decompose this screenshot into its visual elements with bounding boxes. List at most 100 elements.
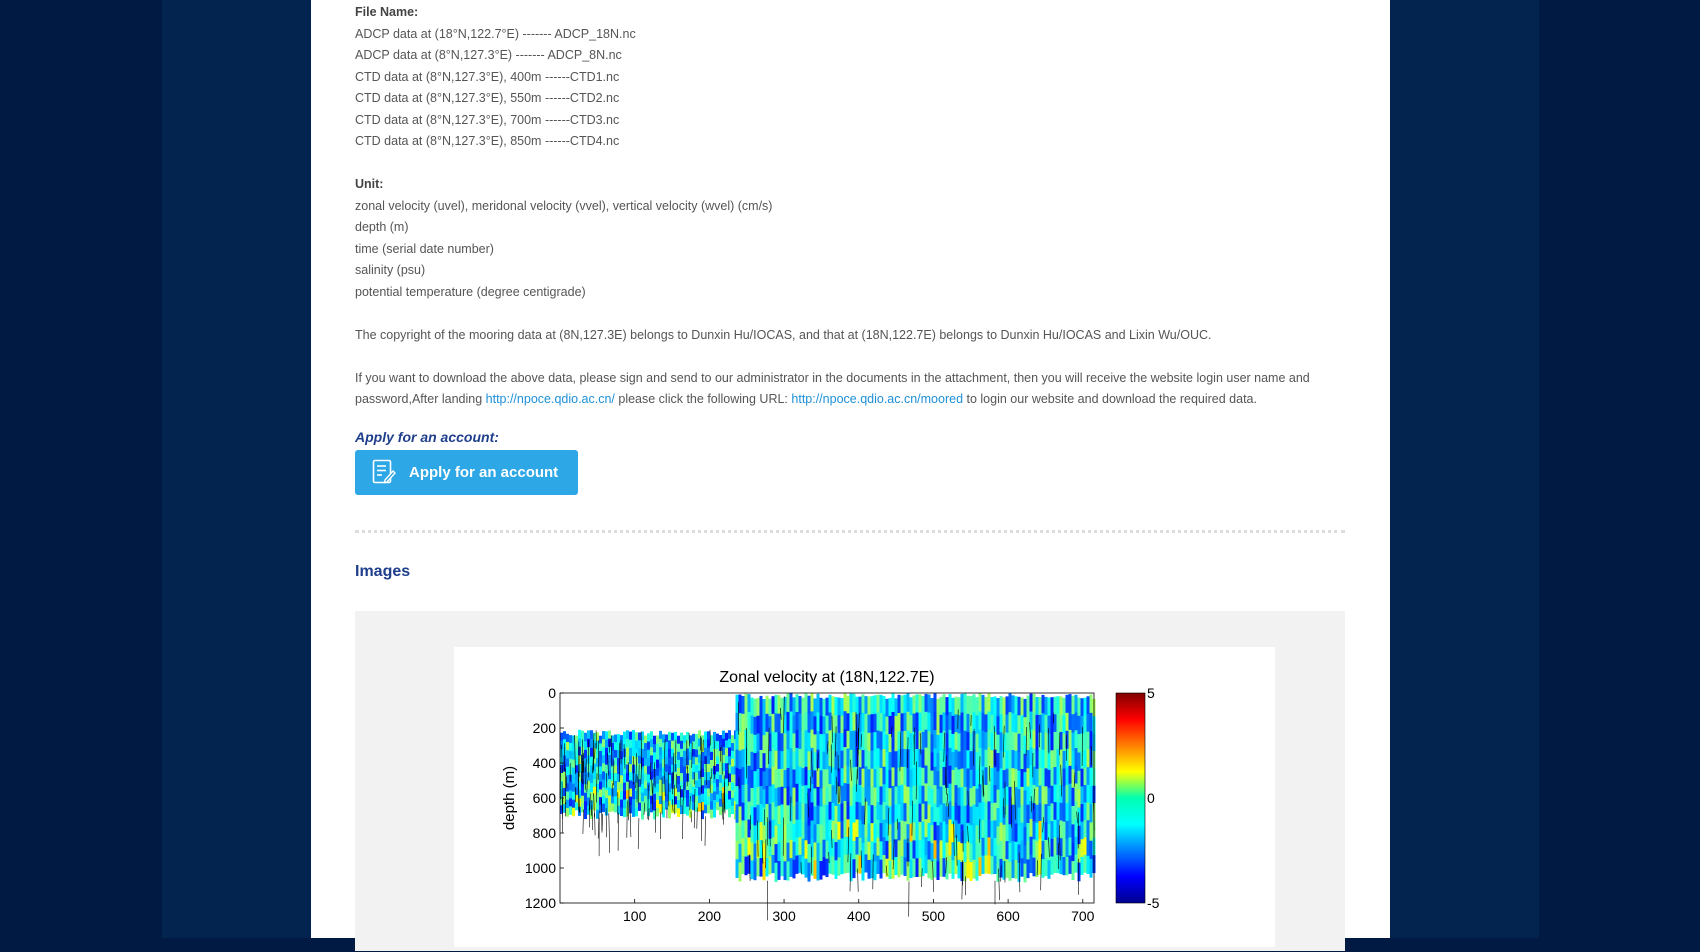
heat-cell: [1054, 837, 1057, 855]
heat-cell: [991, 768, 994, 786]
heat-cell: [856, 697, 859, 715]
heat-cell: [817, 731, 820, 750]
heat-cell: [973, 841, 976, 860]
heat-cell: [757, 858, 760, 876]
heat-cell: [814, 716, 817, 735]
heat-cell: [862, 862, 865, 881]
heat-cell: [745, 766, 748, 785]
heat-cell: [1024, 699, 1027, 718]
heat-cell: [922, 750, 925, 768]
npoce-moored-link[interactable]: http://npoce.qdio.ac.cn/moored: [791, 392, 963, 406]
heat-cell: [713, 792, 716, 801]
heat-cell: [748, 837, 751, 855]
heat-cell: [1081, 857, 1084, 875]
heat-cell: [886, 841, 889, 859]
heat-cell: [707, 797, 710, 806]
heat-cell: [742, 820, 745, 838]
heat-cell: [677, 784, 680, 793]
heat-cell: [1009, 806, 1012, 825]
heat-cell: [1039, 715, 1042, 733]
heat-cell: [1009, 750, 1012, 769]
heat-cell: [704, 764, 707, 773]
heat-cell: [919, 694, 922, 713]
heat-cell: [680, 733, 683, 742]
heat-cell: [958, 788, 961, 807]
heat-cell: [569, 767, 572, 775]
heat-cell: [1030, 765, 1033, 783]
heat-cell: [1036, 733, 1039, 752]
heat-cell: [728, 800, 731, 809]
heat-cell: [775, 788, 778, 807]
heat-cell: [913, 786, 916, 805]
heat-cell: [653, 752, 656, 761]
heat-cell: [731, 767, 734, 775]
heat-cell: [713, 783, 716, 792]
heat-cell: [799, 714, 802, 732]
heat-cell: [683, 735, 686, 743]
heat-cell: [1012, 695, 1015, 714]
heat-cell: [1063, 716, 1066, 734]
heat-cell: [590, 748, 593, 757]
y-axis-label: depth (m): [501, 766, 518, 830]
heat-cell: [853, 694, 856, 713]
heat-cell: [614, 766, 617, 774]
heat-cell: [1006, 696, 1009, 715]
heat-cell: [716, 772, 719, 780]
heat-cell: [904, 695, 907, 714]
heat-cell: [997, 753, 1000, 772]
heat-cell: [1069, 748, 1072, 766]
apply-account-button[interactable]: Apply for an account: [355, 450, 578, 495]
heat-cell: [979, 693, 982, 712]
heat-cell: [1027, 841, 1030, 860]
heat-cell: [877, 856, 880, 874]
heat-cell: [934, 804, 937, 823]
heat-cell: [683, 774, 686, 782]
heat-cell: [766, 732, 769, 751]
heat-cell: [964, 712, 967, 731]
heat-cell: [886, 717, 889, 735]
heat-cell: [763, 771, 766, 790]
heat-cell: [1027, 805, 1030, 824]
heat-cell: [754, 771, 757, 790]
heat-cell: [997, 845, 1000, 864]
heat-cell: [1063, 822, 1066, 840]
heat-cell: [614, 773, 617, 781]
contour-line: [705, 816, 706, 846]
heat-cell: [1081, 716, 1084, 734]
heat-cell: [787, 787, 790, 806]
heat-cell: [931, 716, 934, 735]
heat-cell: [844, 693, 847, 712]
heat-cell: [784, 843, 787, 862]
heat-cell: [859, 803, 862, 821]
heat-cell: [1057, 696, 1060, 714]
heat-cell: [790, 822, 793, 841]
heat-cell: [997, 826, 1000, 845]
heat-cell: [1057, 802, 1060, 820]
heat-cell: [736, 695, 739, 714]
heat-cell: [817, 806, 820, 825]
heat-cell: [578, 730, 581, 739]
heat-cell: [1054, 732, 1057, 750]
heat-cell: [814, 752, 817, 771]
heat-cell: [886, 734, 889, 752]
heat-cell: [946, 824, 949, 843]
heat-cell: [647, 766, 650, 775]
heat-cell: [1087, 838, 1090, 856]
npoce-home-link[interactable]: http://npoce.qdio.ac.cn/: [486, 392, 615, 406]
heat-cell: [973, 768, 976, 787]
heat-cell: [751, 842, 754, 861]
heat-cell: [605, 807, 608, 816]
heat-cell: [946, 715, 949, 734]
heat-cell: [781, 751, 784, 769]
heat-cell: [593, 771, 596, 779]
heat-cell: [865, 749, 868, 767]
heat-cell: [719, 807, 722, 816]
heat-cell: [707, 756, 710, 765]
heat-cell: [1042, 695, 1045, 714]
heat-cell: [850, 731, 853, 750]
heat-cell: [1057, 749, 1060, 767]
heat-cell: [853, 841, 856, 860]
heat-cell: [877, 802, 880, 820]
heat-cell: [1078, 734, 1081, 753]
heat-cell: [817, 824, 820, 843]
